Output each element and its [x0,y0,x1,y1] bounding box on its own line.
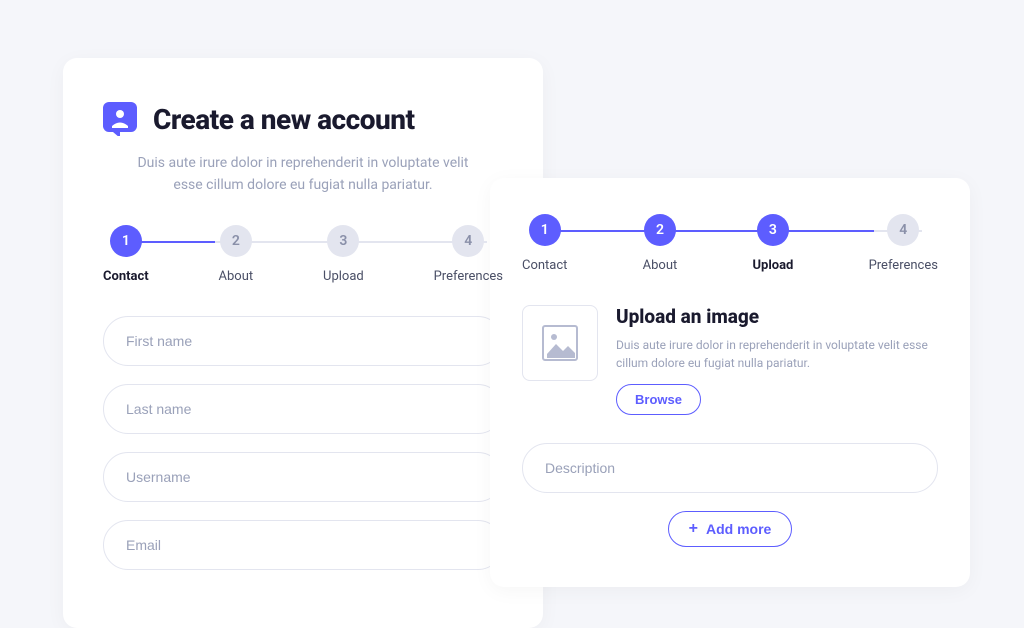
step-preferences[interactable]: 4 Preferences [434,225,503,284]
email-field[interactable] [103,520,503,570]
user-badge-icon [103,102,137,136]
upload-title: Upload an image [616,305,938,328]
step-label: Upload [323,269,364,284]
description-field[interactable] [522,443,938,493]
step-label: Contact [103,269,149,284]
upload-section: Upload an image Duis aute irure dolor in… [522,305,938,415]
step-label: Preferences [869,258,938,273]
page-title: Create a new account [153,103,415,136]
step-label: Contact [522,258,567,273]
browse-button[interactable]: Browse [616,384,701,415]
step-label: Preferences [434,269,503,284]
header-row: Create a new account [103,102,503,136]
step-number: 3 [327,225,359,257]
last-name-field[interactable] [103,384,503,434]
upload-text: Upload an image Duis aute irure dolor in… [616,305,938,415]
add-more-button[interactable]: + Add more [668,511,793,547]
step-label: Upload [752,258,793,273]
step-number: 4 [887,214,919,246]
page-subtitle: Duis aute irure dolor in reprehenderit i… [123,152,483,197]
username-field[interactable] [103,452,503,502]
card-upload: 1 Contact 2 About 3 Upload 4 Preferences… [490,178,970,587]
step-about[interactable]: 2 About [643,214,678,273]
step-contact[interactable]: 1 Contact [103,225,149,284]
step-label: About [643,258,678,273]
first-name-field[interactable] [103,316,503,366]
step-about[interactable]: 2 About [219,225,254,284]
stepper: 1 Contact 2 About 3 Upload 4 Preferences [103,225,503,284]
step-contact[interactable]: 1 Contact [522,214,567,273]
stepper: 1 Contact 2 About 3 Upload 4 Preferences [522,214,938,273]
step-number: 4 [452,225,484,257]
step-number: 2 [644,214,676,246]
step-number: 1 [110,225,142,257]
step-number: 2 [220,225,252,257]
step-label: About [219,269,254,284]
add-more-row: + Add more [522,511,938,547]
step-upload[interactable]: 3 Upload [752,214,793,273]
plus-icon: + [689,521,698,537]
step-number: 1 [529,214,561,246]
add-more-label: Add more [706,521,771,537]
step-upload[interactable]: 3 Upload [323,225,364,284]
card-create-account: Create a new account Duis aute irure dol… [63,58,543,628]
image-placeholder-icon[interactable] [522,305,598,381]
upload-description: Duis aute irure dolor in reprehenderit i… [616,336,938,372]
step-preferences[interactable]: 4 Preferences [869,214,938,273]
step-number: 3 [757,214,789,246]
